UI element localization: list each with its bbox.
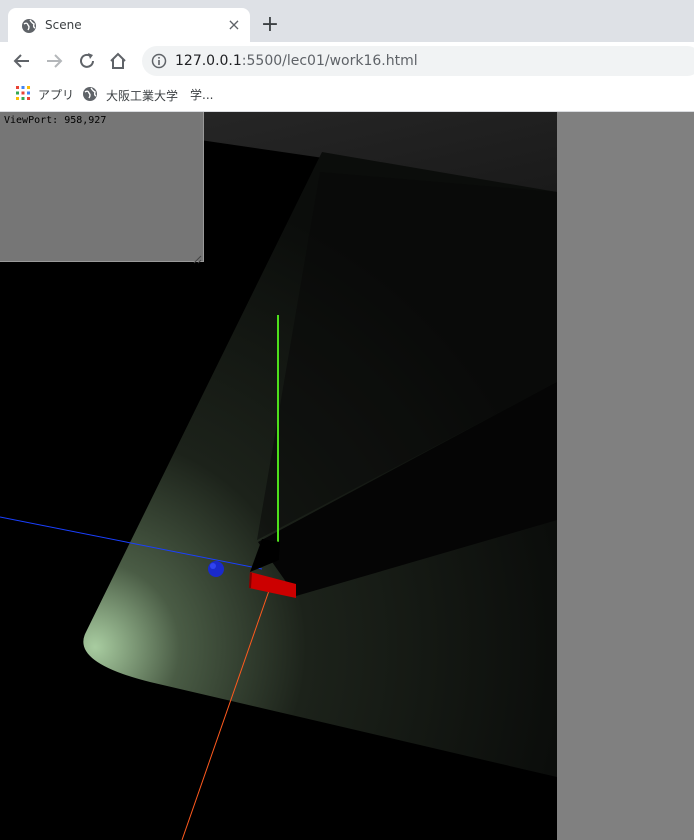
bookmark-oit-label: 大阪工業大学 [106, 89, 179, 103]
viewport-size-label: ViewPort: 958,927 [4, 115, 107, 126]
home-icon[interactable] [108, 51, 128, 71]
page-side-area [557, 112, 694, 840]
new-tab-button[interactable]: + [258, 13, 282, 37]
bookmark-apps[interactable]: アプリ [16, 86, 74, 104]
tab-title: Scene [45, 18, 82, 32]
back-arrow-icon[interactable] [12, 51, 32, 71]
bookmark-more[interactable]: 学... [190, 86, 213, 104]
tab-strip: Scene × + [0, 0, 694, 42]
sphere-highlight [210, 563, 216, 569]
bookmark-apps-label: アプリ [38, 88, 75, 102]
globe-icon [82, 86, 98, 107]
bookmarks-bar: アプリ 大阪工業大学 学... [0, 80, 694, 112]
address-bar[interactable]: 127.0.0.1:5500/lec01/work16.html [142, 46, 694, 76]
bookmark-more-label: 学... [190, 88, 214, 102]
resize-handle-icon[interactable] [193, 251, 202, 264]
browser-toolbar: 127.0.0.1:5500/lec01/work16.html [0, 42, 694, 80]
tab-scene[interactable]: Scene × [8, 8, 250, 42]
viewport-info-panel[interactable]: ViewPort: 958,927 [0, 112, 204, 264]
bookmark-oit[interactable]: 大阪工業大学 [82, 86, 178, 104]
url-host: 127.0.0.1 [175, 53, 242, 69]
forward-arrow-icon[interactable] [44, 51, 64, 71]
url-text[interactable]: 127.0.0.1:5500/lec01/work16.html [175, 53, 418, 69]
blue-sphere[interactable] [208, 561, 224, 577]
reload-icon[interactable] [77, 51, 97, 71]
tab-close-icon[interactable]: × [226, 17, 242, 33]
url-path: :5500/lec01/work16.html [241, 53, 418, 69]
globe-icon [21, 18, 37, 34]
apps-grid-icon [16, 86, 30, 105]
info-icon[interactable] [151, 53, 167, 69]
